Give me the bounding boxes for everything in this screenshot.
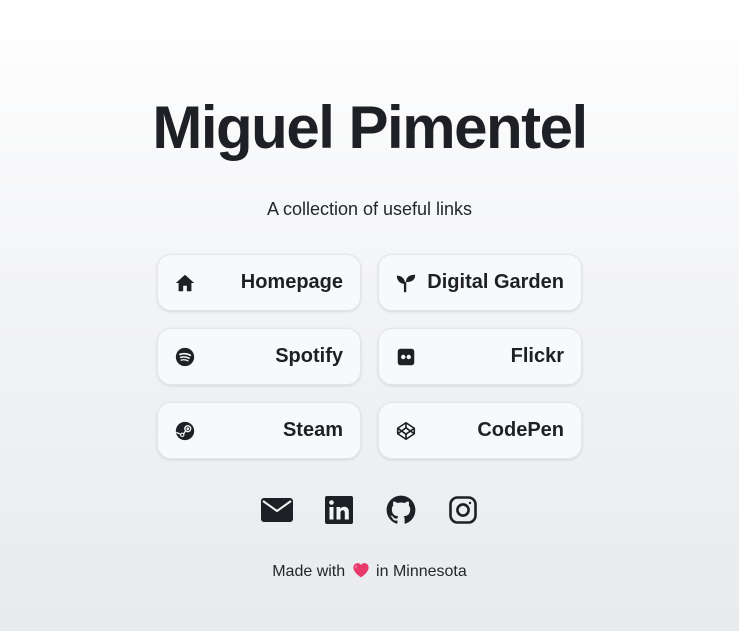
codepen-link-button[interactable]: CodePen xyxy=(378,402,582,459)
heart-icon xyxy=(352,562,370,585)
page-title: Miguel Pimentel xyxy=(152,94,588,161)
social-links xyxy=(0,494,739,526)
sprout-icon xyxy=(394,271,418,295)
home-icon xyxy=(173,271,197,295)
instagram-icon xyxy=(448,496,477,524)
flickr-link-button[interactable]: Flickr xyxy=(378,328,582,385)
footer-prefix: Made with xyxy=(272,563,346,580)
link-grid: Homepage Digital Garden Spotify Flickr S… xyxy=(157,254,582,459)
homepage-link-label: Homepage xyxy=(240,271,343,293)
flickr-link-label: Flickr xyxy=(510,345,564,367)
page: Miguel Pimentel A collection of useful l… xyxy=(0,0,739,631)
footer-suffix: in Minnesota xyxy=(376,563,467,580)
codepen-link-label: CodePen xyxy=(477,419,564,441)
mail-icon xyxy=(260,497,293,523)
digital-garden-link-button[interactable]: Digital Garden xyxy=(378,254,582,311)
homepage-link-button[interactable]: Homepage xyxy=(157,254,361,311)
spotify-link-label: Spotify xyxy=(275,345,343,367)
steam-link-label: Steam xyxy=(282,419,343,441)
steam-link-button[interactable]: Steam xyxy=(157,402,361,459)
steam-icon xyxy=(173,419,197,443)
linkedin-link[interactable] xyxy=(323,494,355,526)
instagram-link[interactable] xyxy=(447,494,479,526)
github-link[interactable] xyxy=(385,494,417,526)
github-icon xyxy=(386,495,416,525)
flickr-icon xyxy=(394,345,418,369)
spotify-link-button[interactable]: Spotify xyxy=(157,328,361,385)
footer: Made with in Minnesota xyxy=(0,561,739,585)
page-subtitle: A collection of useful links xyxy=(266,199,473,219)
spotify-icon xyxy=(173,345,197,369)
codepen-icon xyxy=(394,419,418,443)
linkedin-icon xyxy=(324,496,353,524)
email-link[interactable] xyxy=(260,494,293,526)
digital-garden-link-label: Digital Garden xyxy=(427,271,564,293)
